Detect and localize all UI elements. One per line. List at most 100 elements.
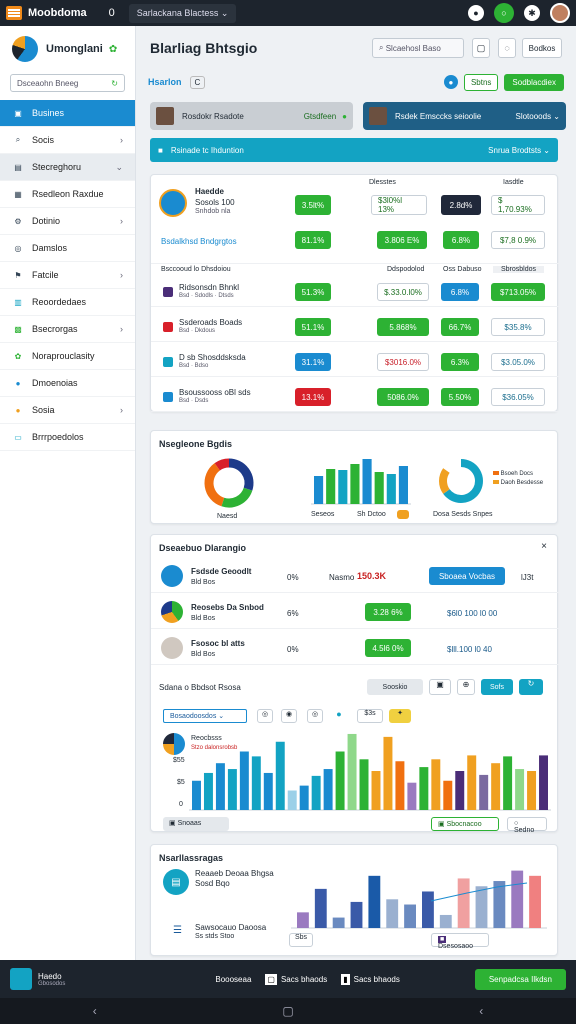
- filter-select[interactable]: Bosaodoosdos ⌄: [163, 709, 247, 723]
- item-value[interactable]: 4.5l6 0%: [365, 639, 411, 657]
- settings-icon[interactable]: ✱: [524, 5, 540, 21]
- chip[interactable]: C: [189, 75, 206, 89]
- metric-pill[interactable]: $713.05%: [491, 283, 545, 301]
- chart-icon[interactable]: ◎: [257, 709, 273, 723]
- sidebar-item[interactable]: ▩ Bsecrorgas ›: [0, 316, 135, 343]
- sidebar-search[interactable]: Dsceaohn Bneeg ↻: [10, 74, 125, 92]
- sidebar-item[interactable]: ⚙ Dotinio ›: [0, 208, 135, 235]
- footer-button[interactable]: ▣ Snoaas: [163, 817, 229, 831]
- metric-pill[interactable]: 51.1%: [295, 318, 331, 336]
- metric-pill[interactable]: 6.8%: [443, 231, 479, 249]
- metric-pill[interactable]: $3.05.0%: [491, 353, 545, 371]
- chart-icon[interactable]: ◉: [281, 709, 297, 723]
- bell-icon[interactable]: ●: [468, 5, 484, 21]
- filter-icon[interactable]: ◌: [498, 38, 516, 58]
- metric-pill[interactable]: 6.3%: [441, 353, 479, 371]
- star-icon[interactable]: ✦: [389, 709, 411, 723]
- metric-pill[interactable]: 5086.0%: [377, 388, 429, 406]
- user-action[interactable]: Slotooods ⌄: [515, 112, 560, 121]
- metric-pill[interactable]: 5.50%: [441, 388, 479, 406]
- user-card[interactable]: Rsdek Emsccks seioolie Slotooods ⌄: [363, 102, 566, 130]
- sidebar-item[interactable]: ▦ Rsedleon Raxdue: [0, 181, 135, 208]
- item-end: lJ3t: [521, 573, 534, 582]
- close-icon[interactable]: ×: [541, 541, 547, 552]
- sidebar-item[interactable]: ▤ Stecreghoru ⌄: [0, 154, 135, 181]
- table-row[interactable]: Bsoussooss oBl sds Bsd · Dsds 13.1% 5086.0%…: [151, 382, 559, 412]
- info-banner[interactable]: ■ Rsinade tc Ihduntion Snrua Brodtsts ⌄: [150, 138, 558, 162]
- gear-icon[interactable]: ✿: [109, 44, 117, 55]
- copy-icon[interactable]: ▢: [472, 38, 490, 58]
- primary-button[interactable]: Sodblacdiex: [504, 73, 564, 91]
- home-button-icon[interactable]: ▢: [282, 1004, 293, 1018]
- toolbar-button[interactable]: Sooskio: [367, 679, 423, 695]
- row-icon: [163, 322, 173, 332]
- item-value[interactable]: 3.28 6%: [365, 603, 411, 621]
- metric-pill[interactable]: 3.5lt%: [295, 195, 331, 215]
- metric-pill[interactable]: 3.806 E%: [377, 231, 427, 249]
- banner-select[interactable]: Snrua Brodtsts ⌄: [488, 146, 550, 155]
- sidebar-item[interactable]: ▥ Reoordedaes: [0, 289, 135, 316]
- camera-icon[interactable]: ▣: [429, 679, 451, 695]
- metric-pill[interactable]: 31.1%: [295, 353, 331, 371]
- bottom-tab[interactable]: Sacs bhaods: [281, 975, 327, 984]
- sidebar-item[interactable]: ⌕ Socis ›: [0, 127, 135, 154]
- back-icon[interactable]: ‹: [93, 1004, 97, 1018]
- metric-pill[interactable]: 5.868%: [377, 318, 429, 336]
- metric-pill[interactable]: 13.1%: [295, 388, 331, 406]
- metric-pill[interactable]: $ 1,70.93%: [491, 195, 545, 215]
- workspace-select[interactable]: Sarlackana Blactess ⌄: [128, 3, 237, 23]
- sidebar-item[interactable]: ● Sosia ›: [0, 397, 135, 424]
- metric-pill[interactable]: 66.7%: [441, 318, 479, 336]
- bottom-tab[interactable]: Boooseaa: [215, 975, 251, 984]
- metric-pill[interactable]: 6.8%: [441, 283, 479, 301]
- header-search[interactable]: ⌕ Slcaehosl Baso: [372, 38, 464, 58]
- table-row[interactable]: Ridsonsdn Bhnkl Bsd · Sdodls · Dtsds 51.3%…: [151, 277, 559, 307]
- footer-button[interactable]: ▣ Sbocnacoo: [431, 817, 499, 831]
- secondary-button[interactable]: Sbtns: [463, 73, 499, 91]
- metric-pill[interactable]: $.33.0.l0%: [377, 283, 429, 301]
- sidebar-item[interactable]: ✿ Noraprouclasity: [0, 343, 135, 370]
- home-icon[interactable]: [10, 968, 32, 990]
- toolbar-button[interactable]: Sofs: [481, 679, 513, 695]
- sidebar-item[interactable]: ⚑ Fatcile ›: [0, 262, 135, 289]
- chart-icon[interactable]: ◎: [307, 709, 323, 723]
- cta-button[interactable]: Senpadcsa Ilkdsn: [474, 968, 566, 990]
- item-button[interactable]: Sboaea Vocbas: [429, 567, 505, 585]
- user-action[interactable]: Gtsdfeen: [304, 112, 336, 121]
- bottom-tab[interactable]: Sacs bhaods: [354, 975, 400, 984]
- recent-icon[interactable]: ‹: [479, 1004, 483, 1018]
- refresh-icon[interactable]: ↻: [111, 79, 118, 88]
- sidebar-item-label: Busines: [32, 108, 65, 118]
- avatar[interactable]: [550, 3, 570, 23]
- list-item[interactable]: Fsosoc bl atts Bld Bos 0% 4.5l6 0% $lll.100 …: [151, 631, 559, 665]
- info-icon[interactable]: ●: [443, 75, 458, 89]
- metric-pill[interactable]: $7,8 0.9%: [491, 231, 545, 249]
- header-select[interactable]: Bodkos: [522, 38, 562, 58]
- small-button[interactable]: Sbs: [289, 933, 313, 947]
- toggle-icon[interactable]: [397, 510, 409, 519]
- table-row[interactable]: D sb Shosddsksda Bsd · Bdso 31.1% $3016.0% 6…: [151, 347, 559, 377]
- metric-pill[interactable]: 2.8d%: [441, 195, 481, 215]
- refresh-icon[interactable]: ↻: [519, 679, 543, 695]
- table-row[interactable]: Ssderoads Boads Bsd · Dkdous 51.1% 5.868% 66…: [151, 312, 559, 342]
- list-item[interactable]: Fsdsde Geoodlt Bld Bos 0% Nasmo 150.3K Sboaea…: [151, 559, 559, 593]
- footer-button[interactable]: ○ Sedno: [507, 817, 547, 834]
- metric-pill[interactable]: $3016.0%: [377, 353, 429, 371]
- sidebar-item[interactable]: ● Dmoenoias: [0, 370, 135, 397]
- chart-icon[interactable]: ●: [331, 709, 347, 723]
- sidebar-item[interactable]: ▣ Busines: [0, 100, 135, 127]
- metric-pill[interactable]: $3l0%l 13%: [371, 195, 427, 215]
- sidebar-item[interactable]: ▭ Brrrpoedolos: [0, 424, 135, 451]
- list-item[interactable]: Reosebs Da Snbod Bld Bos 6% 3.28 6% $6l0 100…: [151, 595, 559, 629]
- metric-pill[interactable]: 81.1%: [295, 231, 331, 249]
- status-icon[interactable]: ○: [494, 3, 514, 23]
- filter-button[interactable]: $3s: [357, 709, 383, 723]
- metric-pill[interactable]: 51.3%: [295, 283, 331, 301]
- small-button[interactable]: ■ Dsesosaoo: [431, 933, 489, 950]
- metric-pill[interactable]: $36.05%: [491, 388, 545, 406]
- metric-pill[interactable]: $35.8%: [491, 318, 545, 336]
- sidebar-item[interactable]: ◎ Damslos: [0, 235, 135, 262]
- user-card[interactable]: Rosdokr Rsadote Gtsdfeen ●: [150, 102, 353, 130]
- menu-icon[interactable]: [6, 6, 22, 20]
- plus-icon[interactable]: ⊕: [457, 679, 475, 695]
